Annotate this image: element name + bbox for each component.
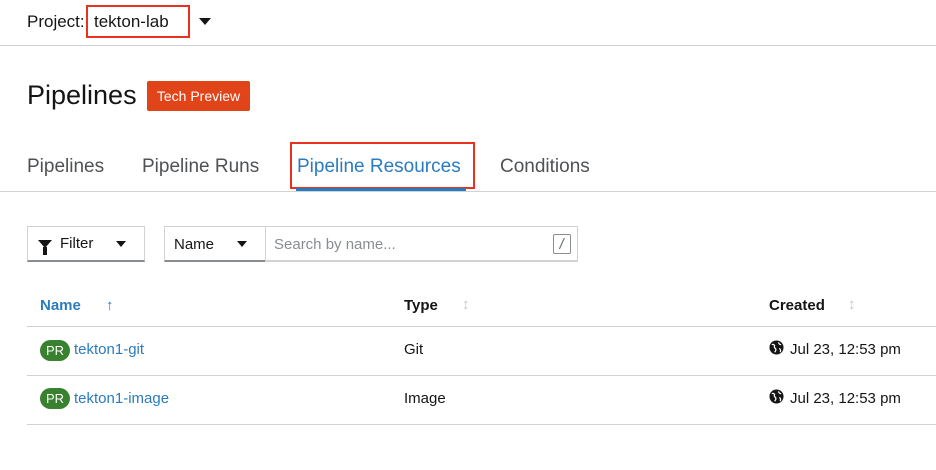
filter-label: Filter: [60, 235, 94, 252]
page-title: Pipelines: [27, 80, 137, 110]
resource-name-link[interactable]: tekton1-image: [74, 390, 169, 407]
chevron-down-icon: [237, 241, 247, 247]
resource-created: Jul 23, 12:53 pm: [790, 390, 901, 407]
project-bar: Project: tekton-lab: [0, 0, 936, 46]
table-divider: [27, 375, 936, 376]
filter-icon: [38, 239, 52, 255]
tech-preview-badge: Tech Preview: [147, 81, 250, 111]
globe-icon: [769, 340, 784, 355]
chevron-down-icon[interactable]: [199, 18, 211, 25]
search-input[interactable]: [274, 227, 544, 261]
chevron-down-icon: [116, 241, 126, 247]
column-header-type[interactable]: Type: [404, 297, 438, 314]
column-header-created[interactable]: Created: [769, 297, 825, 314]
table-divider: [27, 424, 936, 425]
tab-pipeline-runs[interactable]: Pipeline Runs: [142, 156, 259, 178]
tab-bar: Pipelines Pipeline Runs Pipeline Resourc…: [0, 140, 936, 192]
sort-icon[interactable]: ↕: [848, 296, 856, 313]
resource-name-link[interactable]: tekton1-git: [74, 341, 144, 358]
project-label: Project:: [27, 12, 85, 31]
filter-dropdown[interactable]: Filter: [27, 226, 145, 262]
name-select-label: Name: [174, 236, 215, 253]
project-selector[interactable]: tekton-lab: [94, 12, 169, 32]
slash-shortcut-icon: /: [553, 234, 571, 254]
table-divider: [27, 326, 936, 327]
name-select-dropdown[interactable]: Name: [164, 226, 266, 262]
resource-badge: PR: [40, 340, 70, 361]
tab-conditions[interactable]: Conditions: [500, 156, 590, 178]
resource-created: Jul 23, 12:53 pm: [790, 341, 901, 358]
resource-type: Image: [404, 390, 446, 407]
column-header-name[interactable]: Name: [40, 297, 81, 314]
tab-pipelines[interactable]: Pipelines: [27, 156, 104, 178]
sort-icon[interactable]: ↕: [462, 296, 470, 313]
resource-badge: PR: [40, 388, 70, 409]
active-tab-indicator: [296, 188, 466, 191]
sort-ascending-icon[interactable]: ↑: [106, 297, 114, 314]
resource-type: Git: [404, 341, 424, 358]
tab-pipeline-resources[interactable]: Pipeline Resources: [297, 156, 461, 178]
globe-icon: [769, 389, 784, 404]
search-box: /: [265, 226, 578, 262]
